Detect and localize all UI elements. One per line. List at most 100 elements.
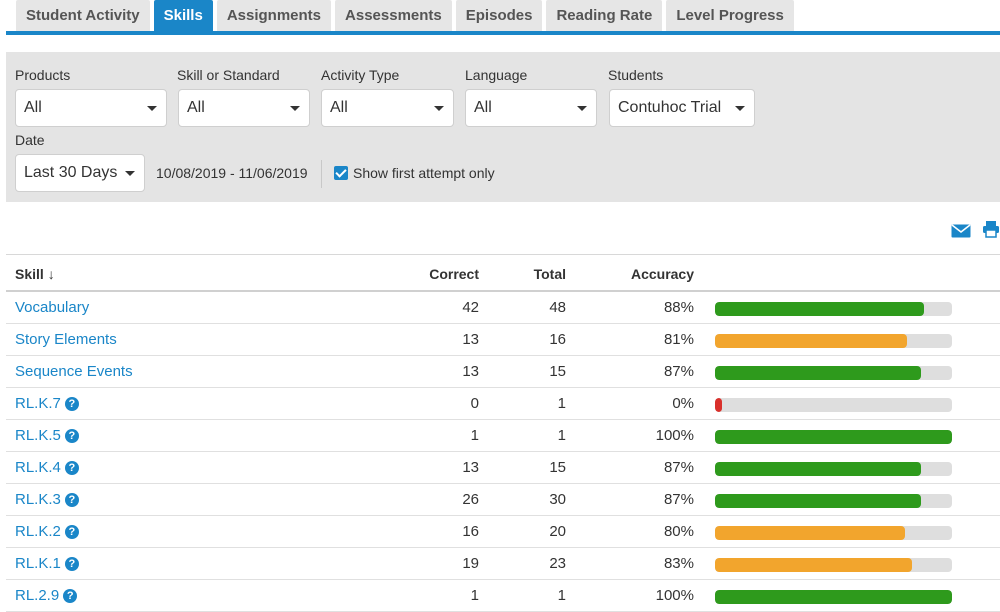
help-icon[interactable]: ? — [64, 396, 79, 411]
correct-value: 26 — [462, 491, 479, 508]
accuracy-value: 83% — [663, 555, 694, 572]
accuracy-bar — [715, 334, 952, 348]
tab-student-activity[interactable]: Student Activity — [16, 0, 150, 32]
tab-episodes[interactable]: Episodes — [455, 0, 543, 32]
printer-icon[interactable] — [982, 220, 1000, 243]
table-row: RL.K.2? 16 20 80% — [6, 516, 1000, 548]
skill-link[interactable]: Story Elements — [15, 331, 117, 348]
language-select[interactable]: All — [465, 89, 597, 127]
skill-name: RL.2.9 — [15, 587, 60, 604]
total-value: 1 — [557, 427, 566, 444]
accuracy-value: 100% — [655, 587, 694, 604]
help-icon[interactable]: ? — [64, 524, 79, 539]
skill-link[interactable]: Sequence Events — [15, 363, 133, 380]
accuracy-bar-fill — [715, 526, 905, 540]
skill-name: RL.K.4 — [15, 459, 61, 476]
table-row: RL.K.7? 0 1 0% — [6, 388, 1000, 420]
help-icon[interactable]: ? — [63, 588, 78, 603]
skill-link[interactable]: RL.K.3? — [15, 491, 79, 508]
accuracy-bar — [715, 590, 952, 604]
language-label: Language — [465, 67, 528, 83]
skill-standard-value: All — [187, 99, 205, 116]
table-row: RL.K.4? 13 15 87% — [6, 452, 1000, 484]
table-row: Sequence Events 13 15 87% — [6, 356, 1000, 388]
envelope-icon[interactable] — [951, 224, 971, 243]
accuracy-value: 80% — [663, 523, 694, 540]
skill-link[interactable]: RL.2.9? — [15, 587, 78, 604]
table-row: RL.K.1? 19 23 83% — [6, 548, 1000, 580]
accuracy-column-header[interactable]: Accuracy — [631, 266, 694, 282]
skill-link[interactable]: Vocabulary — [15, 299, 89, 316]
accuracy-bar-fill — [715, 462, 922, 476]
students-label: Students — [608, 67, 664, 83]
accuracy-bar — [715, 526, 952, 540]
skill-name: RL.K.3 — [15, 491, 61, 508]
table-row: RL.K.3? 26 30 87% — [6, 484, 1000, 516]
students-value: Contuhoc Trial — [618, 99, 722, 116]
report-tabs: Student Activity Skills Assignments Asse… — [16, 0, 798, 32]
date-label: Date — [15, 132, 45, 148]
table-row: RL.2.9? 1 1 100% — [6, 580, 1000, 612]
skill-standard-select[interactable]: All — [178, 89, 310, 127]
total-value: 1 — [557, 587, 566, 604]
accuracy-bar — [715, 430, 952, 444]
accuracy-value: 0% — [672, 395, 694, 412]
chevron-down-icon — [735, 106, 745, 111]
tab-skills[interactable]: Skills — [153, 0, 213, 32]
skill-link[interactable]: RL.K.7? — [15, 395, 79, 412]
date-value: Last 30 Days — [24, 164, 118, 181]
table-row: Vocabulary 42 48 88% — [6, 292, 1000, 324]
products-label: Products — [15, 67, 71, 83]
total-column-header[interactable]: Total — [534, 266, 566, 282]
accuracy-bar-fill — [715, 398, 723, 412]
skill-link[interactable]: RL.K.5? — [15, 427, 79, 444]
date-select[interactable]: Last 30 Days — [15, 154, 145, 192]
help-icon[interactable]: ? — [64, 492, 79, 507]
sort-arrow-icon: ↓ — [47, 266, 55, 282]
skill-link[interactable]: RL.K.2? — [15, 523, 79, 540]
skill-column-header[interactable]: Skill ↓ — [15, 266, 55, 282]
activity-type-value: All — [330, 99, 348, 116]
skill-name: RL.K.2 — [15, 523, 61, 540]
tab-level-progress[interactable]: Level Progress — [666, 0, 794, 32]
total-value: 15 — [549, 363, 566, 380]
skill-link[interactable]: RL.K.4? — [15, 459, 79, 476]
accuracy-bar — [715, 366, 952, 380]
help-icon[interactable]: ? — [64, 556, 79, 571]
correct-value: 1 — [470, 427, 479, 444]
table-header: Skill ↓ Correct Total Accuracy — [6, 254, 1000, 292]
skill-name: RL.K.7 — [15, 395, 61, 412]
divider — [321, 160, 322, 188]
tab-reading-rate[interactable]: Reading Rate — [546, 0, 663, 32]
accuracy-bar — [715, 558, 952, 572]
help-icon[interactable]: ? — [64, 460, 79, 475]
students-select[interactable]: Contuhoc Trial — [609, 89, 755, 127]
skill-name: Story Elements — [15, 331, 117, 348]
accuracy-bar-fill — [715, 366, 922, 380]
first-attempt-checkbox[interactable] — [334, 166, 348, 180]
activity-type-select[interactable]: All — [321, 89, 454, 127]
chevron-down-icon — [147, 106, 157, 111]
filter-panel: Products All Skill or Standard All Activ… — [6, 52, 1000, 202]
tab-assignments[interactable]: Assignments — [216, 0, 332, 32]
chevron-down-icon — [577, 106, 587, 111]
tab-assessments[interactable]: Assessments — [335, 0, 452, 32]
table-row: RL.K.5? 1 1 100% — [6, 420, 1000, 452]
tab-underline — [6, 31, 1000, 35]
first-attempt-label[interactable]: Show first attempt only — [353, 165, 495, 181]
skill-name: RL.K.5 — [15, 427, 61, 444]
total-value: 20 — [549, 523, 566, 540]
products-select[interactable]: All — [15, 89, 167, 127]
chevron-down-icon — [434, 106, 444, 111]
total-value: 30 — [549, 491, 566, 508]
correct-value: 13 — [462, 363, 479, 380]
table-row: Story Elements 13 16 81% — [6, 324, 1000, 356]
help-icon[interactable]: ? — [64, 428, 79, 443]
chevron-down-icon — [125, 171, 135, 176]
skill-link[interactable]: RL.K.1? — [15, 555, 79, 572]
skill-standard-label: Skill or Standard — [177, 67, 280, 83]
accuracy-value: 87% — [663, 491, 694, 508]
correct-value: 42 — [462, 299, 479, 316]
correct-column-header[interactable]: Correct — [429, 266, 479, 282]
products-value: All — [24, 99, 42, 116]
